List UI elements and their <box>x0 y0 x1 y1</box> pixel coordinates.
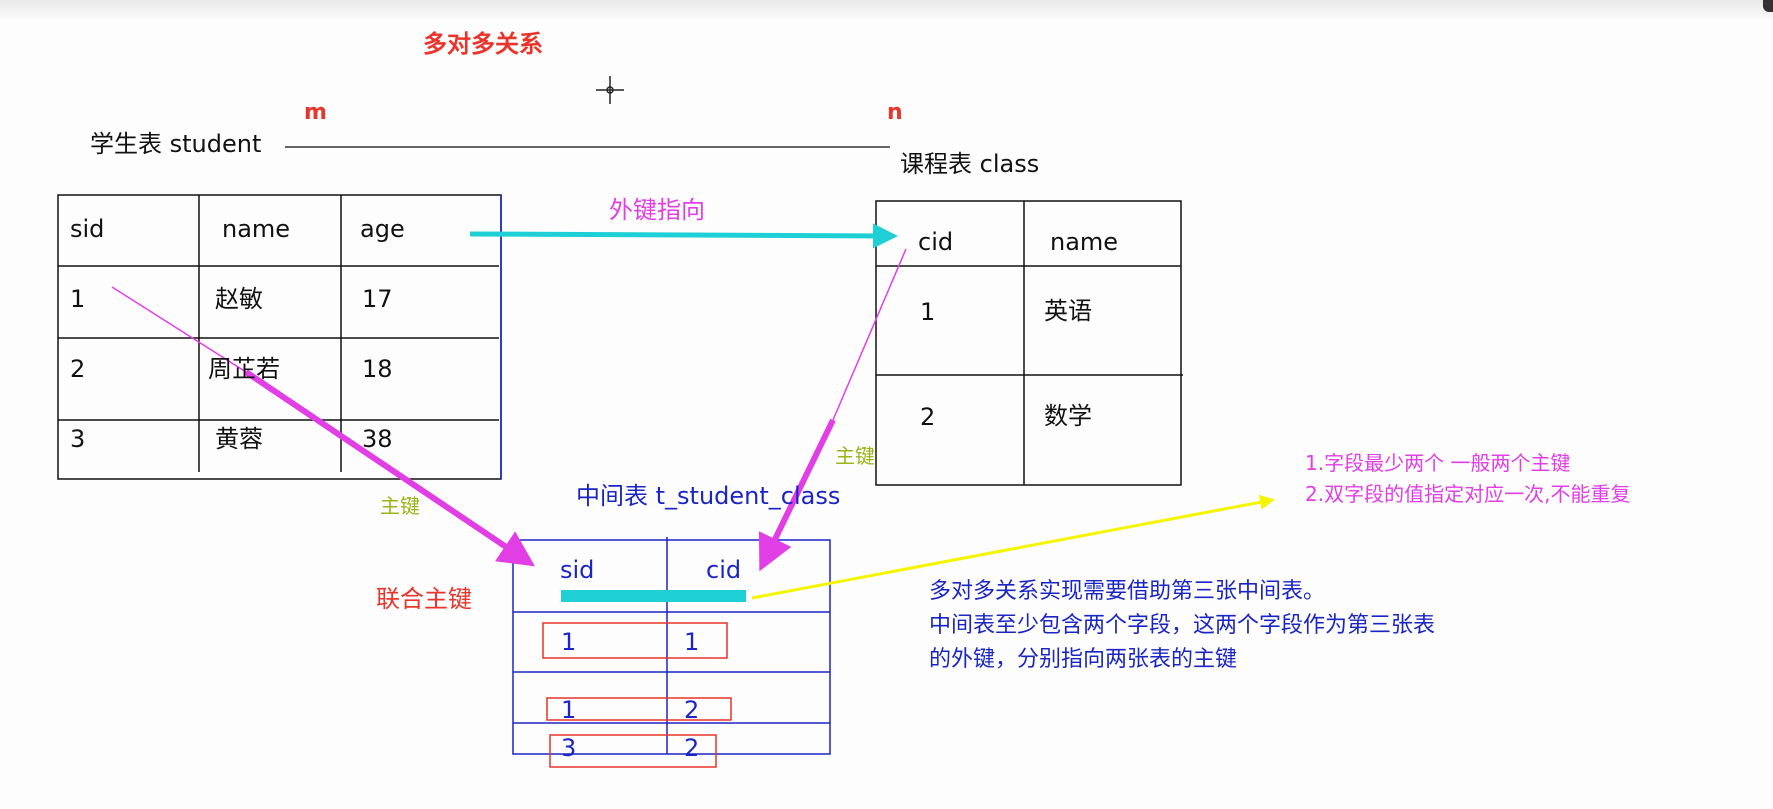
middle-col-sid: sid <box>560 556 595 584</box>
middle-cell: 3 <box>561 734 577 762</box>
middle-cell: 1 <box>561 628 577 656</box>
student-cell: 17 <box>362 285 393 313</box>
student-col-sid: sid <box>70 215 105 243</box>
student-cell: 38 <box>362 425 393 453</box>
note-line-1: 1.字段最少两个 一般两个主键 <box>1305 451 1571 475</box>
explain-line-1: 多对多关系实现需要借助第三张中间表。 <box>929 579 1326 604</box>
student-cell: 黄蓉 <box>215 425 263 453</box>
relation-n-label: n <box>887 100 903 125</box>
class-cell: 英语 <box>1044 297 1092 325</box>
middle-table-label: 中间表 t_student_class <box>576 482 841 510</box>
class-cell: 1 <box>920 298 936 326</box>
class-col-name: name <box>1050 228 1119 256</box>
diagram-title: 多对多关系 <box>423 30 543 58</box>
fk-pointing-label: 外键指向 <box>609 196 705 224</box>
fk-arrow <box>469 223 898 249</box>
class-cell: 数学 <box>1044 402 1092 430</box>
middle-cell: 1 <box>561 696 577 724</box>
pk-left-label: 主键 <box>380 494 420 518</box>
student-col-age: age <box>360 215 405 243</box>
middle-cell: 2 <box>684 696 700 724</box>
student-cell: 1 <box>70 285 86 313</box>
student-col-name: name <box>222 215 291 243</box>
crosshair-cursor-icon <box>596 76 624 104</box>
pk-right-label: 主键 <box>835 444 875 468</box>
composite-pk-label: 联合主键 <box>376 585 472 613</box>
student-table-label: 学生表 student <box>90 130 262 158</box>
class-col-cid: cid <box>918 228 954 256</box>
class-table-label: 课程表 class <box>900 150 1040 178</box>
student-cell: 2 <box>70 355 86 383</box>
student-cell: 周芷若 <box>208 355 280 383</box>
note-line-2: 2.双字段的值指定对应一次,不能重复 <box>1305 482 1631 506</box>
middle-cell: 2 <box>684 734 700 762</box>
relation-m-label: m <box>304 100 327 125</box>
explain-line-3: 的外键，分别指向两张表的主键 <box>929 647 1238 672</box>
student-cell: 3 <box>70 425 86 453</box>
composite-key-bar <box>561 590 746 602</box>
middle-cell: 1 <box>684 628 700 656</box>
student-cell: 18 <box>362 355 393 383</box>
explain-line-2: 中间表至少包含两个字段，这两个字段作为第三张表 <box>929 613 1436 638</box>
student-pk-arrow <box>244 369 535 567</box>
class-cell: 2 <box>920 403 936 431</box>
student-cell: 赵敏 <box>215 285 263 313</box>
middle-col-cid: cid <box>706 556 742 584</box>
